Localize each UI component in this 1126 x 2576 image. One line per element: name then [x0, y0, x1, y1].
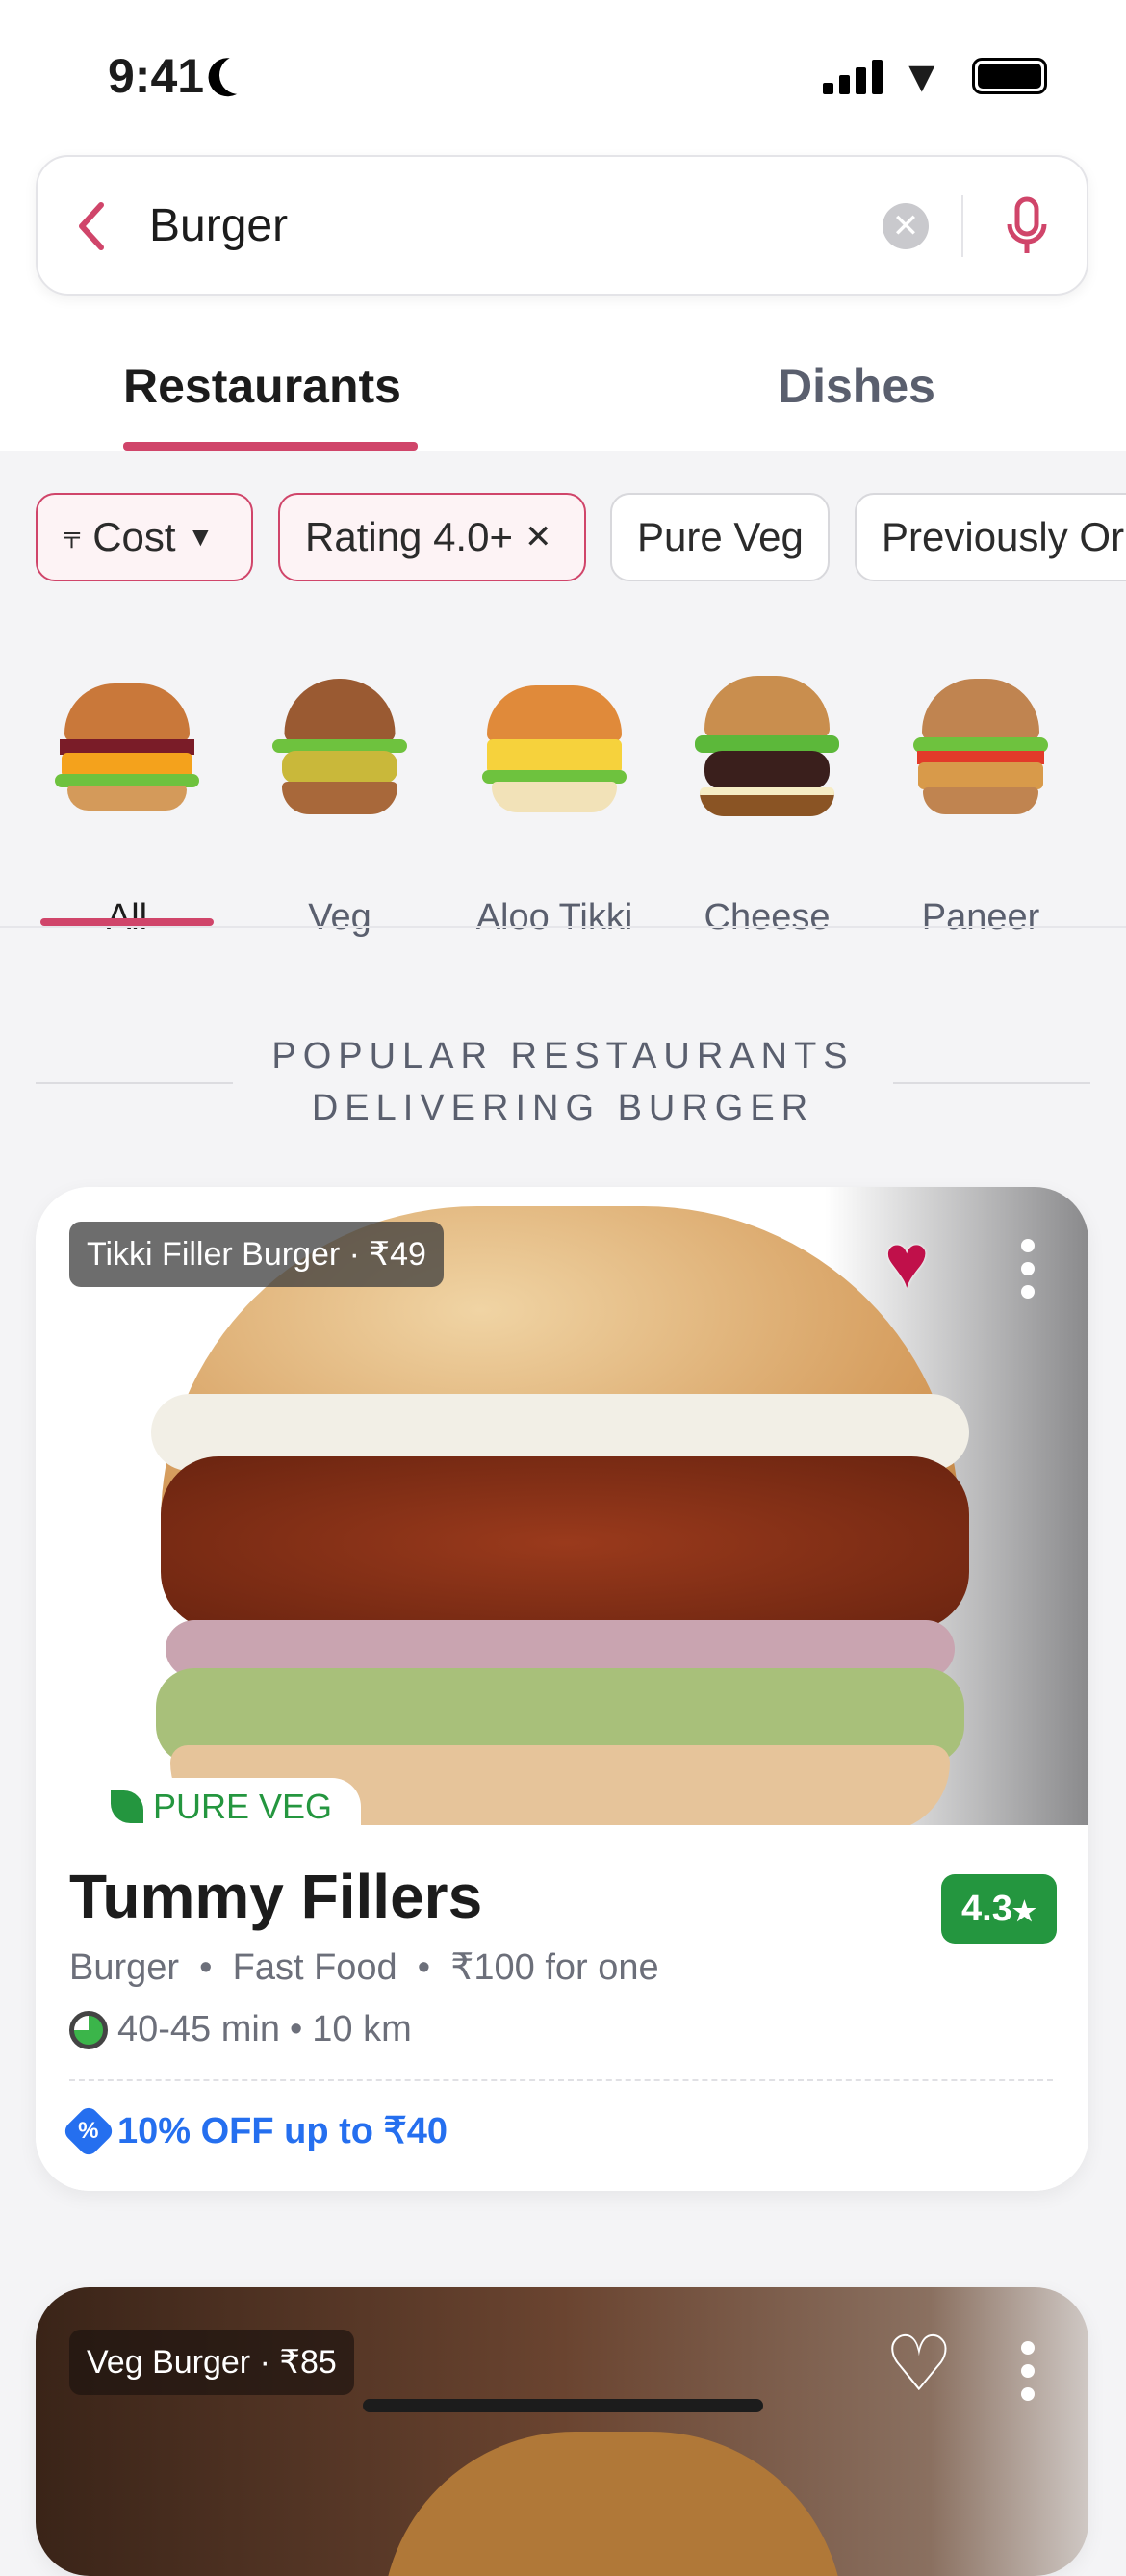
star-icon: ★ [1011, 1896, 1036, 1926]
restaurant-meta: Burger • Fast Food • ₹100 for one [69, 1947, 659, 1988]
leaf-icon [111, 1790, 143, 1823]
back-icon[interactable] [74, 201, 109, 251]
tab-active-indicator [123, 442, 418, 451]
filter-cost[interactable]: ⫧ Cost ▼ [36, 493, 253, 581]
tab-restaurants[interactable]: Restaurants [123, 358, 401, 414]
filter-previously-ordered[interactable]: Previously Or [855, 493, 1126, 581]
mic-icon[interactable] [1004, 195, 1050, 259]
delivery-info: 40-45 min • 10 km [69, 2009, 412, 2050]
caret-down-icon: ▼ [187, 522, 215, 552]
timer-icon [69, 2010, 108, 2049]
category-veg[interactable]: Veg [248, 674, 431, 938]
status-time: 9:41 [108, 49, 205, 103]
burger-image [55, 674, 199, 818]
category-all[interactable]: All [36, 674, 218, 938]
restaurant-card[interactable]: Tikki Filler Burger · ₹49 ♥ PURE VEG Tum… [36, 1187, 1088, 2191]
tab-dishes[interactable]: Dishes [778, 358, 935, 414]
more-options-icon[interactable] [1021, 1239, 1035, 1299]
close-icon[interactable]: ✕ [525, 518, 552, 556]
divider [0, 926, 1126, 928]
category-paneer[interactable]: Paneer [889, 674, 1072, 938]
section-heading: DELIVERING BURGER [311, 1088, 815, 1128]
rating-badge: 4.3★ [941, 1874, 1057, 1944]
heart-filled-icon[interactable]: ♥ [884, 1224, 929, 1299]
signal-icon [823, 58, 883, 94]
category-strip: All Veg Aloo Tikki Cheese Paneer [0, 616, 1126, 938]
category-cheese[interactable]: Cheese [676, 674, 858, 938]
restaurant-card[interactable]: Veg Burger · ₹85 ♡ [36, 2287, 1088, 2576]
burger-image [482, 674, 627, 818]
search-input[interactable]: Burger [149, 199, 288, 252]
burger-image [695, 674, 839, 818]
divider [69, 2079, 1053, 2081]
battery-icon [972, 58, 1047, 94]
divider [961, 195, 963, 257]
wifi-icon: ▼ [900, 51, 944, 101]
header: 9:41 ▼ Burger ✕ Restaurants Dishes [0, 0, 1126, 451]
discount-icon: % [61, 2103, 116, 2158]
filter-rating[interactable]: Rating 4.0+ ✕ [278, 493, 586, 581]
divider [36, 1082, 233, 1084]
filter-pure-veg[interactable]: Pure Veg [610, 493, 830, 581]
more-options-icon[interactable] [1021, 2341, 1035, 2401]
category-active-indicator [40, 918, 214, 926]
category-aloo-tikki[interactable]: Aloo Tikki [463, 674, 646, 938]
moon-icon [214, 50, 263, 99]
burger-image [268, 674, 412, 818]
sliders-icon: ⫧ [63, 518, 82, 555]
dish-tag: Tikki Filler Burger · ₹49 [69, 1222, 444, 1287]
offer: % 10% OFF up to ₹40 [61, 2103, 448, 2158]
burger-image [908, 674, 1053, 818]
dish-tag: Veg Burger · ₹85 [69, 2330, 354, 2395]
search-bar[interactable]: Burger ✕ [36, 155, 1088, 296]
dish-image [382, 2432, 844, 2576]
home-indicator [363, 2399, 763, 2412]
clear-icon[interactable]: ✕ [883, 203, 929, 249]
restaurant-name[interactable]: Tummy Fillers [69, 1861, 482, 1932]
heart-outline-icon[interactable]: ♡ [884, 2326, 954, 2403]
section-heading: POPULAR RESTAURANTS [271, 1036, 855, 1076]
divider [893, 1082, 1090, 1084]
